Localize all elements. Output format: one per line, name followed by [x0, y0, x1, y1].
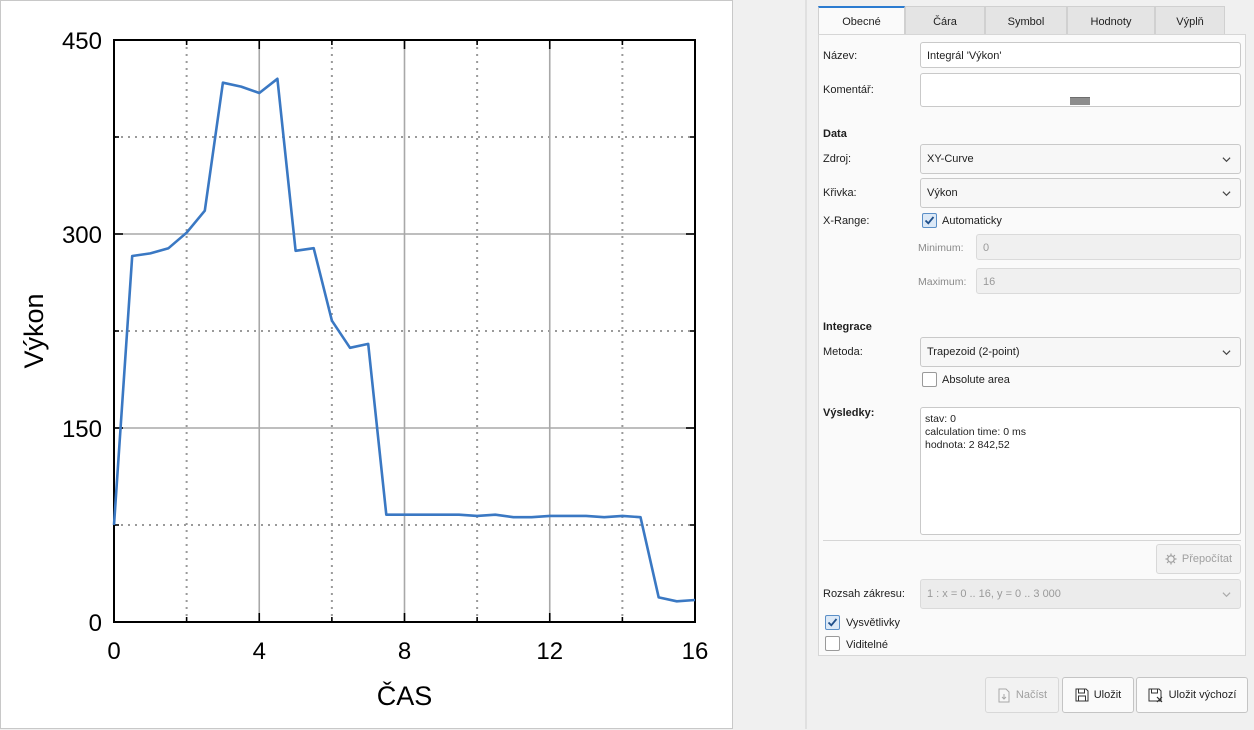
tab-symbol[interactable]: Symbol	[985, 6, 1067, 35]
chevron-down-icon	[1222, 350, 1231, 356]
y-tick-label: 450	[62, 28, 102, 55]
name-label: Název:	[823, 50, 858, 62]
tab-line[interactable]: Čára	[905, 6, 985, 35]
result-status: stav: 0	[925, 413, 956, 425]
name-input[interactable]: Integrál 'Výkon'	[920, 42, 1241, 68]
properties-panel: Obecné Čára Symbol Hodnoty Výplň Název: …	[808, 0, 1254, 729]
comment-label: Komentář:	[823, 84, 874, 96]
absolute-area-checkbox[interactable]	[922, 372, 937, 387]
tab-bar: Obecné Čára Symbol Hodnoty Výplň	[818, 6, 1225, 37]
comment-input[interactable]	[920, 73, 1241, 107]
y-tick-label: 150	[62, 416, 102, 443]
result-value: hodnota: 2 842,52	[925, 439, 1010, 451]
tab-fill[interactable]: Výplň	[1155, 6, 1225, 35]
result-time: calculation time: 0 ms	[925, 426, 1026, 438]
plot-range-select[interactable]: 1 : x = 0 .. 16, y = 0 .. 3 000	[920, 579, 1241, 609]
save-icon	[1075, 688, 1089, 702]
x-tick-label: 12	[536, 638, 563, 665]
y-tick-label: 300	[62, 222, 102, 249]
x-tick-label: 0	[107, 638, 120, 665]
y-tick-label: 0	[89, 610, 102, 637]
chevron-down-icon	[1222, 191, 1231, 197]
results-label: Výsledky:	[823, 407, 875, 419]
min-label: Minimum:	[918, 242, 964, 254]
source-select[interactable]: XY-Curve	[920, 144, 1241, 174]
visible-checkbox[interactable]	[825, 636, 840, 651]
resize-grip-icon[interactable]	[1070, 97, 1090, 105]
divider	[823, 540, 1241, 541]
visible-label: Viditelné	[846, 639, 888, 651]
recalculate-label: Přepočítat	[1181, 553, 1233, 565]
line-chart[interactable]: 0 4 8 12 16 0 150 300 450 ČAS Výkon	[1, 1, 734, 730]
method-label: Metoda:	[823, 346, 863, 358]
x-tick-label: 4	[253, 638, 266, 665]
save-button[interactable]: Uložit	[1062, 677, 1134, 713]
curve-select-value: Výkon	[927, 187, 958, 199]
auto-checkbox[interactable]	[922, 213, 937, 228]
chevron-down-icon	[1222, 592, 1231, 598]
x-tick-label: 16	[682, 638, 709, 665]
gear-icon	[1165, 553, 1177, 565]
recalculate-button[interactable]: Přepočítat	[1156, 544, 1241, 574]
tab-general[interactable]: Obecné	[818, 6, 905, 37]
plot-range-value: 1 : x = 0 .. 16, y = 0 .. 3 000	[927, 588, 1061, 600]
curve-label: Křivka:	[823, 187, 857, 199]
x-axis-label: ČAS	[377, 680, 433, 711]
y-axis-label: Výkon	[19, 293, 49, 368]
save-default-button[interactable]: Uložit výchozí	[1136, 677, 1248, 713]
splitter[interactable]	[733, 0, 807, 729]
legend-checkbox[interactable]	[825, 615, 840, 630]
data-section-title: Data	[823, 128, 847, 140]
save-label: Uložit	[1093, 689, 1122, 701]
save-default-icon	[1148, 688, 1162, 702]
load-file-icon	[998, 688, 1010, 702]
check-icon	[924, 216, 935, 225]
source-select-value: XY-Curve	[927, 153, 974, 165]
max-label: Maximum:	[918, 276, 967, 288]
load-label: Načíst	[1015, 689, 1048, 701]
method-select[interactable]: Trapezoid (2-point)	[920, 337, 1241, 367]
integration-section-title: Integrace	[823, 321, 872, 333]
method-select-value: Trapezoid (2-point)	[927, 346, 1020, 358]
min-input[interactable]: 0	[976, 234, 1241, 260]
auto-label: Automaticky	[942, 215, 1002, 227]
x-tick-label: 8	[398, 638, 411, 665]
save-default-label: Uložit výchozí	[1168, 689, 1237, 701]
tab-values[interactable]: Hodnoty	[1067, 6, 1155, 35]
legend-label: Vysvětlivky	[846, 617, 900, 629]
curve-select[interactable]: Výkon	[920, 178, 1241, 208]
absolute-area-label: Absolute area	[942, 374, 1010, 386]
plot-range-label: Rozsah zákresu:	[823, 588, 905, 600]
load-button[interactable]: Načíst	[985, 677, 1059, 713]
plot-area[interactable]: 0 4 8 12 16 0 150 300 450 ČAS Výkon	[0, 0, 733, 729]
source-label: Zdroj:	[823, 153, 852, 165]
xrange-label: X-Range:	[823, 215, 870, 227]
max-input[interactable]: 16	[976, 268, 1241, 294]
check-icon	[827, 618, 838, 627]
chevron-down-icon	[1222, 157, 1231, 163]
tab-content: Název: Integrál 'Výkon' Komentář: Data Z…	[818, 34, 1246, 656]
results-box[interactable]: stav: 0 calculation time: 0 ms hodnota: …	[920, 407, 1241, 535]
